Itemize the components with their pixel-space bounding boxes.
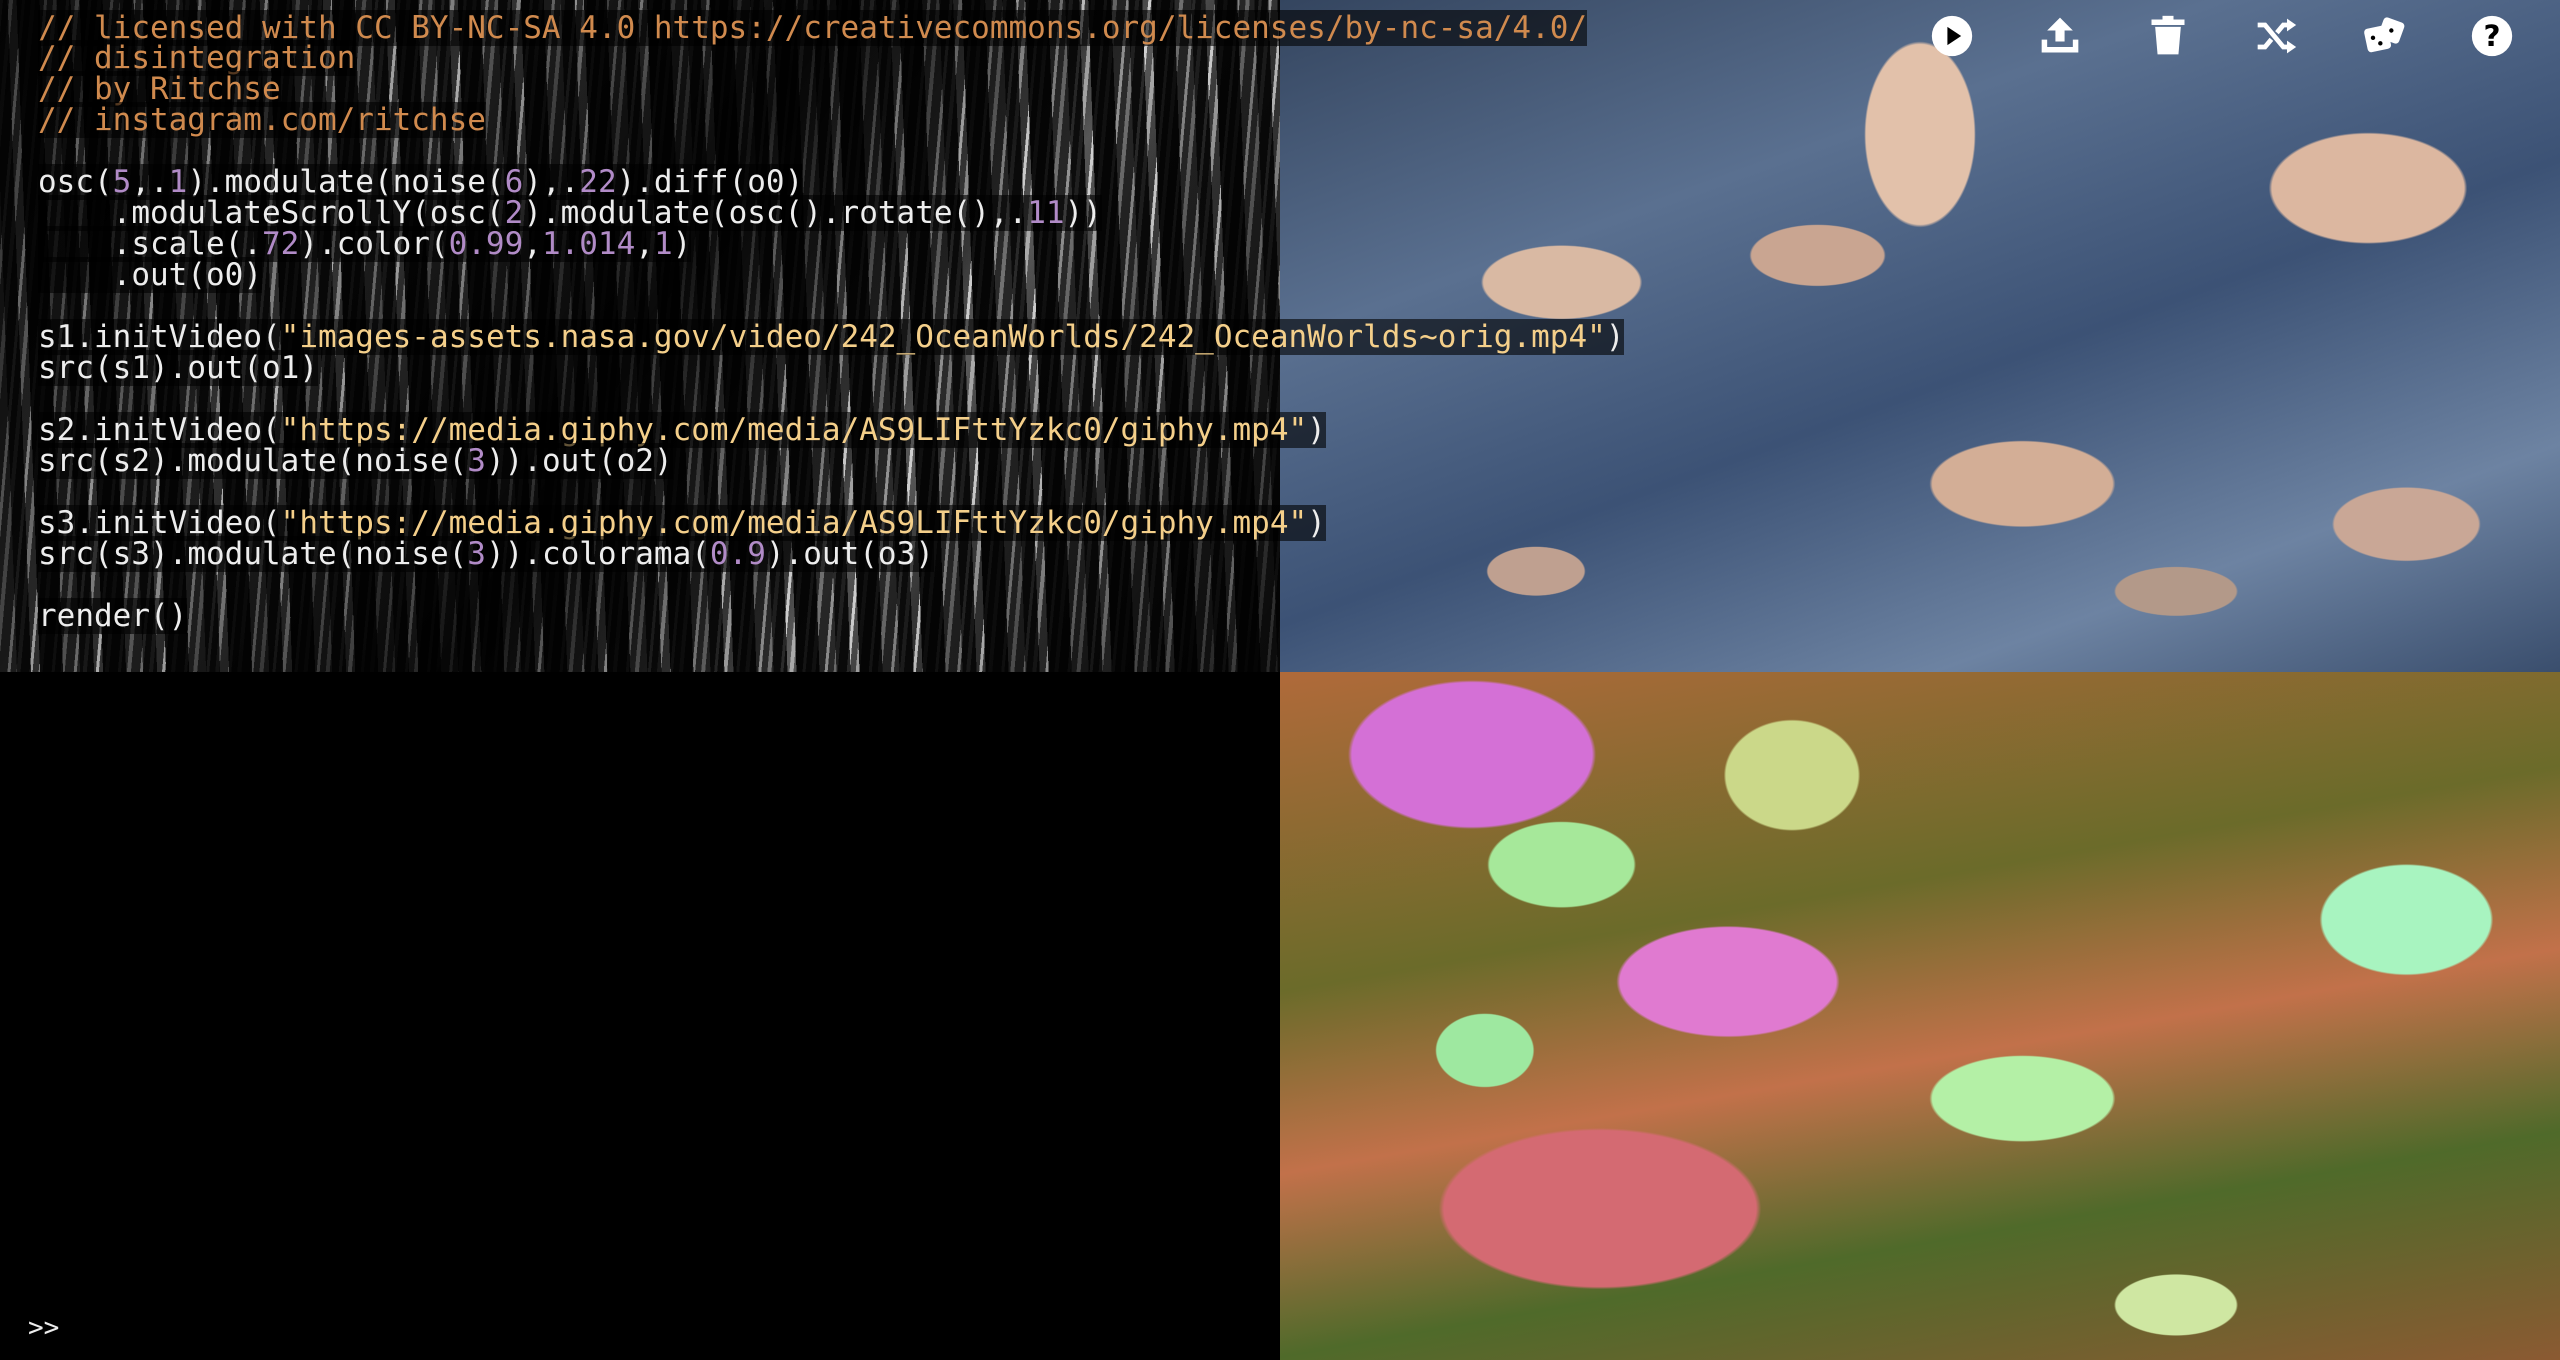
random-button[interactable]: [2330, 10, 2438, 62]
help-icon: ?: [2471, 15, 2513, 57]
svg-text:?: ?: [2483, 19, 2500, 53]
dice-icon: [2364, 17, 2405, 53]
run-button[interactable]: [1898, 10, 2006, 62]
share-button[interactable]: [2006, 10, 2114, 62]
code-line[interactable]: // instagram.com/ritchse: [38, 102, 486, 138]
code-editor[interactable]: // licensed with CC BY-NC-SA 4.0 https:/…: [0, 0, 2560, 1360]
shuffle-icon: [2257, 18, 2297, 54]
code-line[interactable]: src(s3).modulate(noise(3)).colorama(0.9)…: [38, 536, 934, 572]
upload-icon: [2041, 17, 2079, 53]
code-line[interactable]: src(s2).modulate(noise(3)).out(o2): [38, 443, 673, 479]
code-line[interactable]: .out(o0): [38, 257, 262, 293]
toolbar: ?: [1898, 10, 2546, 62]
clear-button[interactable]: [2114, 10, 2222, 62]
help-button[interactable]: ?: [2438, 10, 2546, 62]
code-line[interactable]: render(): [38, 598, 188, 634]
shuffle-button[interactable]: [2222, 10, 2330, 62]
trash-icon: [2151, 15, 2185, 55]
console-prompt[interactable]: >>: [28, 1313, 59, 1343]
play-icon: [1931, 15, 1973, 57]
code-line[interactable]: src(s1).out(o1): [38, 350, 318, 386]
